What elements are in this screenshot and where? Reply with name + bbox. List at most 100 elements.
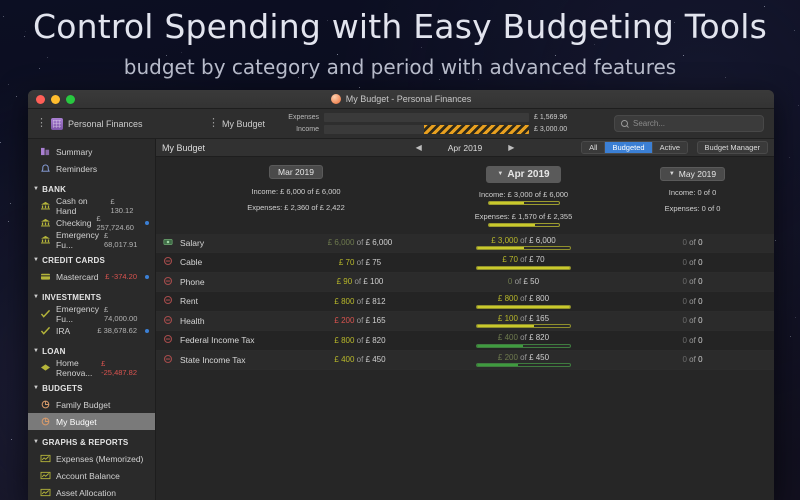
budget-amount: 0 [698, 336, 702, 345]
graph-icon [40, 454, 51, 463]
cell-may-2019: 0 of 0 [611, 355, 774, 364]
filter-segmented-control[interactable]: AllBudgetedActive [581, 141, 688, 154]
sidebar-item-label: Family Budget [56, 400, 110, 410]
filter-budgeted[interactable]: Budgeted [605, 142, 652, 153]
grip-icon [208, 120, 218, 127]
disclosure-triangle-icon[interactable]: ▼ [33, 294, 39, 300]
sidebar-group-credit-cards[interactable]: ▼CREDIT CARDS [28, 252, 155, 268]
bank-icon [40, 201, 51, 210]
of-label: of [357, 238, 364, 247]
sidebar-item-family-budget[interactable]: Family Budget [28, 396, 155, 413]
category-cell: Federal Income Tax [156, 334, 284, 346]
table-row[interactable]: Cable£ 70 of £ 75£ 70 of £ 700 of 0 [156, 253, 774, 273]
sidebar-item-emergency-fu[interactable]: Emergency Fu...£ 68,017.91 [28, 231, 155, 248]
sidebar-item-ira[interactable]: IRA£ 38,678.62 [28, 322, 155, 339]
sidebar-item-checking[interactable]: Checking£ 257,724.60 [28, 214, 155, 231]
of-label: of [689, 238, 696, 247]
bar-amount: £ 1,569.96 [534, 114, 586, 121]
of-label: of [520, 294, 527, 303]
table-row[interactable]: State Income Tax£ 400 of £ 450£ 200 of £… [156, 351, 774, 371]
headline-title: Control Spending with Easy Budgeting Too… [0, 6, 800, 47]
graph-icon [40, 488, 51, 497]
of-label: of [689, 258, 696, 267]
sidebar-item-my-budget[interactable]: My Budget [28, 413, 155, 430]
sidebar-item-amount: £ 68,017.91 [104, 231, 137, 249]
sidebar-item-asset-allocation[interactable]: Asset Allocation [28, 484, 155, 500]
table-row[interactable]: Health£ 200 of £ 165£ 100 of £ 1650 of 0 [156, 312, 774, 332]
chevron-down-icon: ▼ [669, 171, 675, 177]
category-cell: Cable [156, 256, 284, 268]
sidebar-item-mastercard[interactable]: Mastercard£ -374.20 [28, 268, 155, 285]
disclosure-triangle-icon[interactable]: ▼ [33, 186, 39, 192]
toolbar-bar-row: Expenses £ 1,569.96 [281, 113, 586, 122]
of-label: of [357, 316, 364, 325]
of-label: of [520, 353, 527, 362]
sidebar-group-budgets[interactable]: ▼BUDGETS [28, 380, 155, 396]
sidebar: SummaryReminders▼BANKCash on Hand£ 130.1… [28, 139, 156, 500]
main-header: My Budget ◀ Apr 2019 ▶ AllBudgetedActive… [156, 139, 774, 157]
period-chip-current[interactable]: ▼Apr 2019 [486, 166, 560, 183]
sidebar-group-graphs-reports[interactable]: ▼GRAPHS & REPORTS [28, 434, 155, 450]
of-label: of [357, 297, 364, 306]
of-label: of [689, 336, 696, 345]
sidebar-item-cash-on-hand[interactable]: Cash on Hand£ 130.12 [28, 197, 155, 214]
search-input[interactable]: Search... [614, 115, 764, 132]
disclosure-triangle-icon[interactable]: ▼ [33, 439, 39, 445]
period-navigator[interactable]: ◀ Apr 2019 ▶ [416, 143, 515, 153]
sidebar-item-label: Emergency Fu... [56, 304, 99, 324]
budget-selector[interactable]: My Budget [208, 119, 265, 129]
period-column-3: ▼May 2019Income: 0 of 0Expenses: 0 of 0 [611, 162, 774, 227]
search-area[interactable]: Search... [614, 115, 764, 132]
bar-label: Income [281, 126, 319, 133]
row-progress [476, 305, 571, 309]
period-chip[interactable]: ▼May 2019 [660, 167, 725, 181]
spent-amount: £ 400 [498, 333, 518, 342]
of-label: of [689, 316, 696, 325]
sidebar-item-expenses-memorized[interactable]: Expenses (Memorized) [28, 450, 155, 467]
prev-period-button[interactable]: ◀ [416, 143, 422, 152]
budget-manager-button[interactable]: Budget Manager [697, 141, 768, 154]
sidebar-group-label: CREDIT CARDS [42, 256, 105, 265]
budget-amount: 0 [698, 316, 702, 325]
budget-amount: 0 [698, 238, 702, 247]
expense-icon [163, 315, 173, 327]
table-row[interactable]: Phone£ 90 of £ 1000 of £ 500 of 0 [156, 273, 774, 293]
income-summary: Income: £ 6,000 of £ 6,000 [156, 187, 436, 196]
sidebar-item-amount: £ 257,724.60 [96, 214, 137, 232]
budget-icon [40, 417, 51, 426]
of-label: of [357, 258, 364, 267]
library-icon [51, 118, 63, 130]
sidebar-item-emergency-fu[interactable]: Emergency Fu...£ 74,000.00 [28, 305, 155, 322]
marketing-headline: Control Spending with Easy Budgeting Too… [0, 6, 800, 79]
main-panel: My Budget ◀ Apr 2019 ▶ AllBudgetedActive… [156, 139, 774, 500]
disclosure-triangle-icon[interactable]: ▼ [33, 348, 39, 354]
spent-amount: 0 [682, 355, 686, 364]
sidebar-item-reminders[interactable]: Reminders [28, 160, 155, 177]
table-row[interactable]: Salary£ 6,000 of £ 6,000£ 3,000 of £ 6,0… [156, 234, 774, 254]
period-chip[interactable]: Mar 2019 [269, 165, 323, 179]
sidebar-item-summary[interactable]: Summary [28, 143, 155, 160]
table-row[interactable]: Rent£ 800 of £ 812£ 800 of £ 8000 of 0 [156, 292, 774, 312]
category-label: Rent [180, 296, 198, 306]
loan-icon [40, 363, 51, 372]
spent-amount: £ 800 [334, 297, 354, 306]
bar-amount: £ 3,000.00 [534, 126, 586, 133]
disclosure-triangle-icon[interactable]: ▼ [33, 385, 39, 391]
table-row[interactable]: Federal Income Tax£ 800 of £ 820 £ 400 of… [156, 331, 774, 351]
filter-active[interactable]: Active [653, 142, 687, 153]
of-label: of [354, 277, 361, 286]
bar-label: Expenses [281, 114, 319, 121]
cell-may-2019: 0 of 0 [611, 297, 774, 306]
of-label: of [689, 277, 696, 286]
category-label: Health [180, 316, 205, 326]
filter-all[interactable]: All [582, 142, 605, 153]
sidebar-item-home-renova[interactable]: Home Renova...£ -25,487.82 [28, 359, 155, 376]
sidebar-item-account-balance[interactable]: Account Balance [28, 467, 155, 484]
disclosure-triangle-icon[interactable]: ▼ [33, 257, 39, 263]
next-period-button[interactable]: ▶ [508, 143, 514, 152]
library-selector[interactable]: Personal Finances [28, 118, 156, 130]
expense-icon [163, 276, 173, 288]
cell-mar-2019: £ 800 of £ 820 [284, 336, 436, 345]
budget-amount: £ 6,000 [529, 236, 556, 245]
period-columns-summary: Mar 2019Income: £ 6,000 of £ 6,000Expens… [156, 157, 774, 227]
